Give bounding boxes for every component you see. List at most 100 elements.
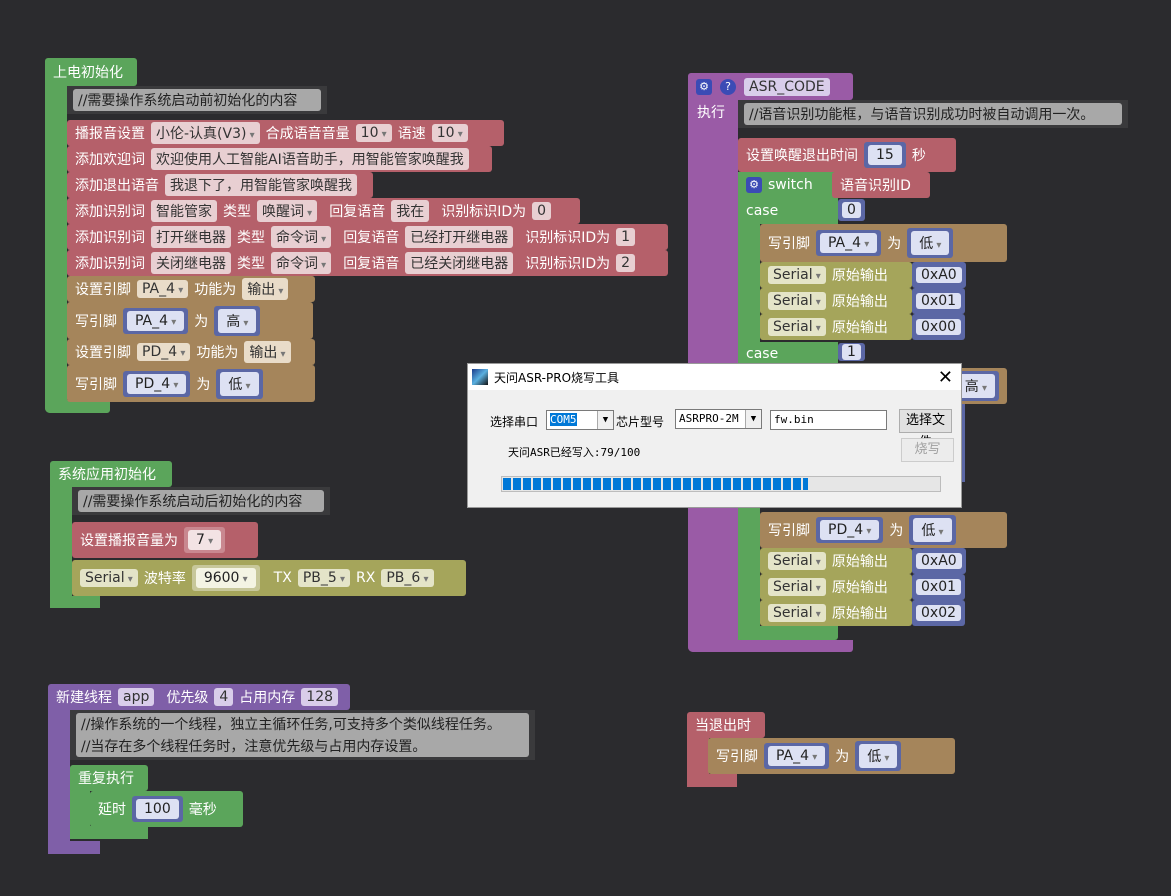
gear-icon[interactable]: ⚙	[746, 177, 762, 193]
recognition-word-block[interactable]: 添加识别词打开继电器类型命令词回复语音已经打开继电器识别标识ID为 1	[67, 224, 668, 250]
word-field[interactable]: 打开继电器	[151, 226, 231, 248]
chevron-down-icon[interactable]: ▼	[597, 411, 613, 429]
welcome-block[interactable]: 添加欢迎词 欢迎使用人工智能AI语音助手，用智能管家唤醒我	[67, 146, 492, 172]
case-value-field[interactable]: 1	[842, 344, 861, 360]
port-select[interactable]: COM5 ▼	[546, 410, 614, 430]
byte-field[interactable]: 0xA0	[916, 267, 962, 283]
sysinit-comment[interactable]: //需要操作系统启动后初始化的内容	[72, 487, 330, 515]
gear-icon[interactable]: ⚙	[696, 78, 712, 95]
tx-dropdown[interactable]: PB_5	[297, 569, 350, 587]
byte-field[interactable]: 0x01	[916, 579, 962, 595]
asr-comment[interactable]: //语音识别功能框，与语音识别成功时被自动调用一次。	[738, 100, 1128, 128]
set-pin-block[interactable]: 设置引脚 PA_4 功能为输出	[67, 276, 315, 302]
pin-dropdown[interactable]: PD_4	[137, 343, 191, 361]
case-value-field[interactable]: 0	[842, 202, 861, 218]
recognition-word-block[interactable]: 添加识别词关闭继电器类型命令词回复语音已经关闭继电器识别标识ID为 2	[67, 250, 668, 276]
serial-output-block[interactable]: Serial 原始输出	[760, 288, 912, 314]
function-name-field[interactable]: ASR_CODE	[744, 77, 830, 96]
speed-dropdown[interactable]: 10	[431, 124, 468, 142]
reply-field[interactable]: 已经打开继电器	[405, 226, 514, 248]
thread-comment[interactable]: //操作系统的一个线程，独立主循环任务,可支持多个类似线程任务。//当存在多个线…	[70, 710, 535, 760]
reply-field[interactable]: 我在	[391, 200, 430, 222]
asr-header[interactable]: ⚙? ASR_CODE	[688, 73, 853, 100]
serial-output-block[interactable]: Serial 原始输出	[760, 548, 912, 574]
level-dropdown[interactable]: 低	[859, 744, 898, 768]
boot-comment[interactable]: //需要操作系统启动前初始化的内容	[67, 86, 327, 114]
voice-dropdown[interactable]: 小伦-认真(V3)	[151, 122, 260, 144]
chevron-down-icon[interactable]: ▼	[745, 410, 761, 428]
byte-value[interactable]: 0x01	[912, 574, 966, 600]
switch-block[interactable]: ⚙ switch	[738, 172, 838, 198]
word-field[interactable]: 关闭继电器	[151, 252, 231, 274]
byte-value[interactable]: 0xA0	[912, 548, 966, 574]
type-dropdown[interactable]: 命令词	[271, 226, 332, 248]
chip-select[interactable]: ASRPRO-2M ▼	[675, 409, 762, 429]
level-dropdown[interactable]: 低	[913, 518, 952, 542]
sysinit-header[interactable]: 系统应用初始化	[50, 461, 172, 487]
function-dropdown[interactable]: 输出	[242, 278, 289, 300]
level-dropdown[interactable]: 高	[956, 374, 995, 398]
case-value[interactable]: 0	[838, 199, 865, 221]
exit-text-field[interactable]: 我退下了，用智能管家唤醒我	[165, 174, 357, 196]
case-value[interactable]: 1	[838, 343, 865, 361]
voice-setting-block[interactable]: 播报音设置小伦-认真(V3) 合成语音音量 10 语速 10	[67, 120, 504, 146]
volume-dropdown[interactable]: 10	[355, 124, 392, 142]
pin-dropdown[interactable]: PD_4	[820, 520, 880, 540]
type-dropdown[interactable]: 唤醒词	[257, 200, 318, 222]
priority-field[interactable]: 4	[214, 688, 234, 706]
byte-value[interactable]: 0x00	[912, 314, 966, 340]
serial-dropdown[interactable]: Serial	[768, 292, 826, 310]
byte-value[interactable]: 0x02	[912, 600, 966, 626]
pin-dropdown[interactable]: PD_4	[127, 373, 187, 394]
function-dropdown[interactable]: 输出	[244, 341, 291, 363]
delay-block[interactable]: 延时 100 毫秒	[90, 791, 243, 827]
serial-output-block[interactable]: Serial 原始输出	[760, 314, 912, 340]
pin-dropdown[interactable]: PA_4	[127, 310, 185, 331]
delay-field[interactable]: 100	[136, 799, 179, 819]
level-dropdown[interactable]: 低	[220, 371, 259, 396]
thread-header[interactable]: 新建线程 app 优先级 4 占用内存 128	[48, 684, 350, 710]
timeout-field[interactable]: 15	[868, 145, 902, 165]
byte-value[interactable]: 0x01	[912, 288, 966, 314]
choose-file-button[interactable]: 选择文件	[899, 409, 952, 450]
serial-output-block[interactable]: Serial 原始输出	[760, 574, 912, 600]
wake-timeout-block[interactable]: 设置唤醒退出时间 15 秒	[738, 138, 956, 172]
write-pin-block[interactable]: 写引脚 PA_4 为低	[708, 738, 955, 774]
type-dropdown[interactable]: 命令词	[271, 252, 332, 274]
serial-dropdown[interactable]: Serial	[80, 569, 138, 587]
exit-voice-block[interactable]: 添加退出语音 我退下了，用智能管家唤醒我	[67, 172, 373, 198]
serial-dropdown[interactable]: Serial	[768, 552, 826, 570]
serial-dropdown[interactable]: Serial	[768, 318, 826, 336]
byte-field[interactable]: 0x02	[916, 605, 962, 621]
burn-button[interactable]: 烧写	[901, 438, 954, 462]
thread-name-field[interactable]: app	[118, 688, 155, 706]
write-pin-block[interactable]: 写引脚 PD_4 为低	[67, 365, 315, 402]
volume-dropdown[interactable]: 7	[188, 530, 222, 550]
write-pin-block[interactable]: 写引脚 PA_4 为高	[67, 302, 313, 339]
id-field[interactable]: 1	[616, 228, 636, 246]
serial-init-block[interactable]: Serial 波特率 9600 TX PB_5 RX PB_6	[72, 560, 466, 596]
word-field[interactable]: 智能管家	[151, 200, 217, 222]
baud-dropdown[interactable]: 9600	[195, 568, 256, 588]
id-field[interactable]: 2	[616, 254, 636, 272]
pin-dropdown[interactable]: PA_4	[137, 280, 189, 298]
set-volume-block[interactable]: 设置播报音量为 7	[72, 522, 258, 558]
serial-output-block[interactable]: Serial 原始输出	[760, 262, 912, 288]
byte-value[interactable]: 0xA0	[912, 262, 966, 288]
speech-id-block[interactable]: 语音识别ID	[832, 172, 930, 198]
memory-field[interactable]: 128	[301, 688, 339, 706]
pin-dropdown[interactable]: PA_4	[820, 233, 878, 253]
welcome-text-field[interactable]: 欢迎使用人工智能AI语音助手，用智能管家唤醒我	[151, 148, 469, 170]
repeat-block[interactable]: 重复执行	[70, 765, 148, 791]
file-field[interactable]: fw.bin	[770, 410, 887, 430]
help-icon[interactable]: ?	[720, 78, 736, 95]
level-dropdown[interactable]: 高	[218, 308, 257, 333]
byte-field[interactable]: 0x00	[916, 319, 962, 335]
serial-dropdown[interactable]: Serial	[768, 604, 826, 622]
byte-field[interactable]: 0xA0	[916, 553, 962, 569]
serial-dropdown[interactable]: Serial	[768, 578, 826, 596]
write-pin-block[interactable]: 写引脚 PA_4 为低	[760, 224, 1007, 262]
level-dropdown[interactable]: 低	[911, 231, 950, 255]
byte-field[interactable]: 0x01	[916, 293, 962, 309]
onexit-header[interactable]: 当退出时	[687, 712, 765, 738]
